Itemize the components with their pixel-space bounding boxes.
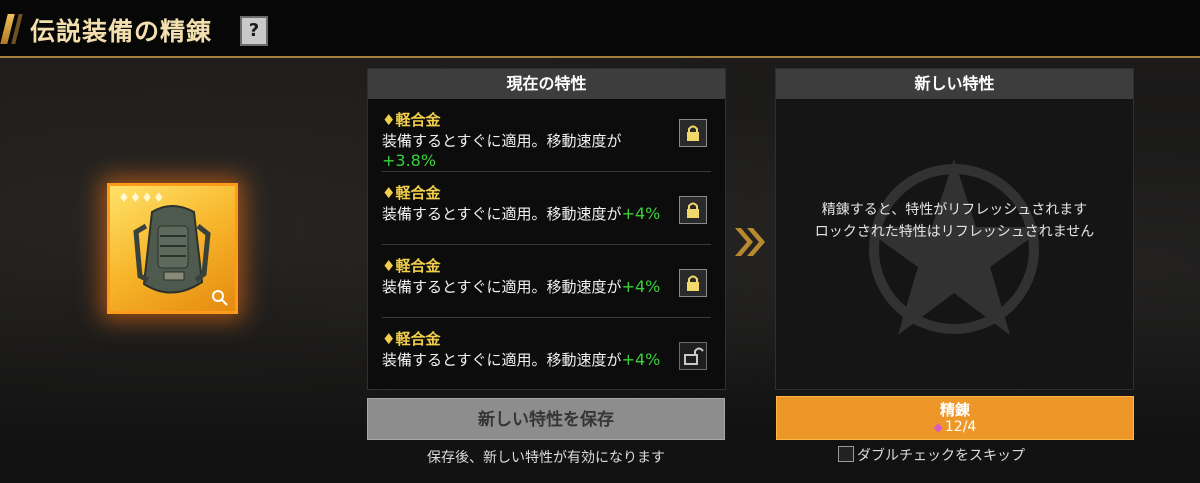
skip-checkbox[interactable] (838, 446, 854, 462)
attribute-row: ♦軽合金 装備するとすぐに適用。移動速度が +3.8% (382, 99, 711, 172)
chevron-right-icon (735, 228, 765, 256)
attribute-desc: 装備するとすぐに適用。移動速度が +3.8% (382, 132, 622, 170)
gem-icon: ◆ (933, 420, 943, 434)
panel-title: 現在の特性 (368, 69, 725, 99)
lock-closed-icon (687, 125, 699, 141)
attribute-value: +4% (621, 350, 661, 369)
page-title: 伝説装備の精錬 (30, 17, 213, 46)
lock-toggle[interactable] (679, 269, 707, 297)
attribute-name: ♦軽合金 (382, 111, 441, 129)
lock-toggle[interactable] (679, 342, 707, 370)
help-icon[interactable]: ? (240, 16, 268, 46)
attribute-desc: 装備するとすぐに適用。移動速度が+4% (382, 277, 661, 296)
attribute-name: ♦軽合金 (382, 257, 441, 275)
lock-closed-icon (687, 202, 699, 218)
refine-cost: ◆ 12/4 (933, 419, 977, 435)
skip-double-check[interactable]: ダブルチェックをスキップ (838, 446, 1025, 465)
attribute-value: +4% (621, 204, 661, 223)
current-attributes-panel: 現在の特性 ♦軽合金 装備するとすぐに適用。移動速度が +3.8% ♦軽合金 装… (367, 68, 726, 390)
attribute-row: ♦軽合金 装備するとすぐに適用。移動速度が+4% (382, 245, 711, 318)
attribute-name: ♦軽合金 (382, 184, 441, 202)
attribute-desc: 装備するとすぐに適用。移動速度が+4% (382, 350, 661, 369)
lock-toggle[interactable] (679, 119, 707, 147)
attribute-row: ♦軽合金 装備するとすぐに適用。移動速度が+4% (382, 172, 711, 245)
lock-toggle[interactable] (679, 196, 707, 224)
save-new-attributes-button[interactable]: 新しい特性を保存 (367, 398, 725, 440)
attribute-desc: 装備するとすぐに適用。移動速度が+4% (382, 204, 661, 223)
refine-button[interactable]: 精錬 ◆ 12/4 (776, 396, 1134, 440)
skip-label: ダブルチェックをスキップ (857, 448, 1025, 464)
lock-open-icon (684, 347, 704, 365)
header-bar: 伝説装備の精錬 ? (0, 0, 1200, 58)
save-note: 保存後、新しい特性が有効になります (427, 450, 665, 466)
refine-label: 精錬 (939, 401, 970, 419)
attribute-value: +4% (621, 277, 661, 296)
lock-closed-icon (687, 275, 699, 291)
attribute-row: ♦軽合金 装備するとすぐに適用。移動速度が+4% (382, 318, 711, 390)
attribute-value: +3.8% (382, 151, 437, 170)
magnify-icon[interactable] (211, 289, 229, 307)
equipment-slot[interactable]: ♦♦♦♦ (107, 183, 238, 314)
refresh-message: 精錬すると、特性がリフレッシュされます ロックされた特性はリフレッシュされません (814, 202, 1095, 240)
panel-title: 新しい特性 (776, 69, 1133, 99)
new-attributes-panel: 新しい特性 精錬すると、特性がリフレッシュされます ロックされた特性はリフレッシ… (775, 68, 1134, 390)
attribute-name: ♦軽合金 (382, 330, 441, 348)
